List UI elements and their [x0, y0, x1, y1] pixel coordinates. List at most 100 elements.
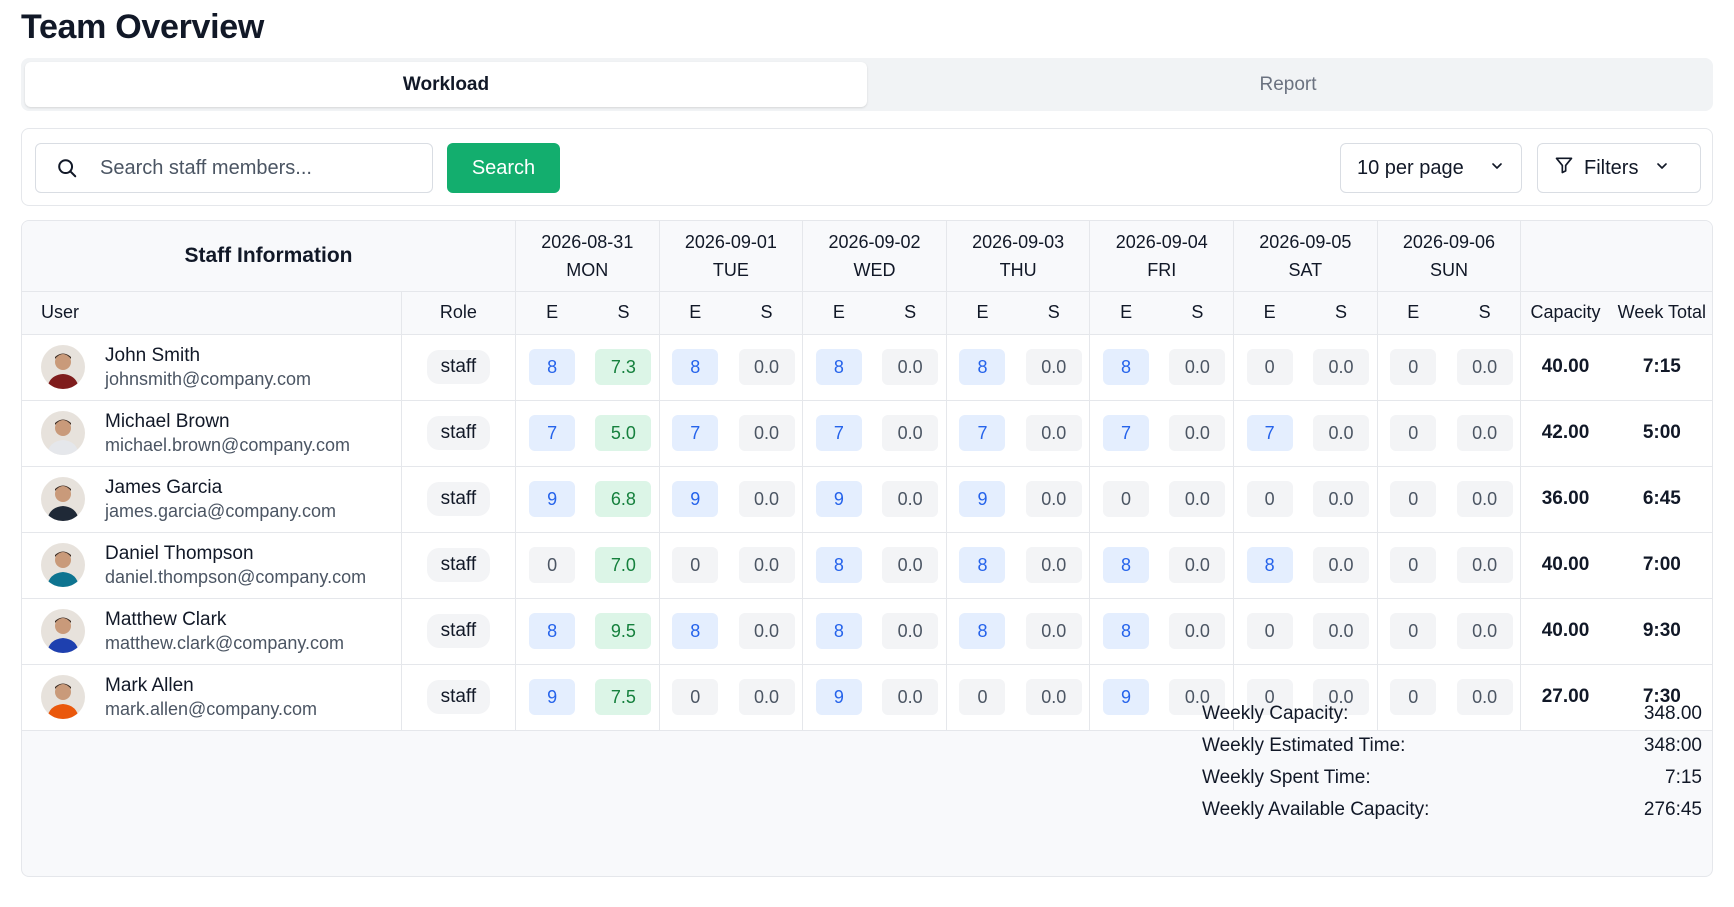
search-input[interactable]	[98, 155, 418, 181]
week-total-cell: 7:15	[1609, 334, 1712, 401]
estimated-hours[interactable]: 0	[672, 547, 719, 583]
estimated-cell: 0	[1376, 598, 1449, 665]
spent-hours: 0.0	[1169, 613, 1226, 649]
filters-button[interactable]: Filters	[1537, 143, 1701, 193]
capacity-cell: 36.00	[1520, 466, 1610, 533]
estimated-hours[interactable]: 8	[529, 613, 576, 649]
estimated-hours[interactable]: 9	[529, 679, 576, 715]
workload-table: Staff Information 2026-08-31 MON 2026-09-…	[21, 220, 1713, 877]
chevron-down-icon	[1489, 157, 1505, 180]
estimated-cell: 0	[1233, 334, 1306, 401]
spent-hours: 9.5	[595, 613, 652, 649]
estimated-hours[interactable]: 0	[529, 547, 576, 583]
team-overview-page: Team Overview Workload Report Search 10 …	[0, 0, 1734, 907]
estimated-cell: 9	[514, 466, 589, 533]
spent-cell: 0.0	[730, 532, 803, 599]
table-row: John Smith johnsmith@company.com staff 8 7.3…	[22, 334, 1712, 401]
search-button[interactable]: Search	[447, 143, 560, 193]
tab-bar: Workload Report	[21, 58, 1713, 111]
estimated-hours[interactable]: 8	[959, 613, 1006, 649]
spent-cell: 0.0	[1305, 532, 1378, 599]
role-badge: staff	[426, 548, 491, 582]
estimated-hours[interactable]: 7	[672, 415, 719, 451]
spent-hours: 0.0	[882, 349, 939, 385]
estimated-hours[interactable]: 7	[1246, 415, 1293, 451]
spent-cell: 0.0	[1018, 598, 1090, 665]
estimated-hours[interactable]: 8	[815, 349, 862, 385]
user-name[interactable]: Michael Brown	[105, 410, 350, 434]
user-email: matthew.clark@company.com	[105, 633, 345, 653]
spent-hours: 0.0	[1312, 547, 1369, 583]
estimated-cell: 0	[658, 532, 731, 599]
week-total-value: 7:15	[1642, 356, 1681, 377]
estimated-hours[interactable]: 0	[959, 679, 1006, 715]
estimated-hours[interactable]: 9	[529, 481, 576, 517]
capacity-column-header: Capacity	[1520, 291, 1610, 335]
day-header: 2026-09-03 THU	[945, 221, 1090, 292]
spent-cell: 0.0	[1305, 466, 1378, 533]
estimated-hours[interactable]: 8	[959, 547, 1006, 583]
estimated-hours[interactable]: 0	[672, 679, 719, 715]
estimated-hours[interactable]: 9	[1103, 679, 1150, 715]
spent-hours: 0.0	[1169, 349, 1226, 385]
tab-workload[interactable]: Workload	[25, 62, 867, 107]
estimated-hours[interactable]: 0	[1390, 547, 1437, 583]
spent-hours: 0.0	[882, 481, 939, 517]
estimated-hours[interactable]: 8	[672, 613, 719, 649]
estimated-hours[interactable]: 9	[815, 679, 862, 715]
user-name[interactable]: Daniel Thompson	[105, 542, 366, 566]
estimated-hours[interactable]: 7	[1103, 415, 1150, 451]
user-name[interactable]: Matthew Clark	[105, 608, 344, 632]
spent-cell: 0.0	[874, 664, 947, 731]
per-page-select[interactable]: 10 per page	[1340, 143, 1522, 193]
spent-cell: 0.0	[1305, 334, 1378, 401]
filters-label: Filters	[1584, 156, 1639, 179]
spent-cell: 0.0	[1018, 664, 1090, 731]
estimated-hours[interactable]: 0	[1103, 481, 1150, 517]
role-cell: staff	[400, 598, 516, 665]
estimated-hours[interactable]: 9	[815, 481, 862, 517]
estimated-hours[interactable]: 8	[815, 613, 862, 649]
spent-hours: 0.0	[1025, 415, 1082, 451]
spent-column-header: S	[1305, 291, 1378, 335]
estimated-hours[interactable]: 0	[1246, 481, 1293, 517]
estimated-hours[interactable]: 0	[1246, 349, 1293, 385]
estimated-hours[interactable]: 7	[815, 415, 862, 451]
user-name[interactable]: James Garcia	[105, 476, 336, 500]
estimated-hours[interactable]: 8	[672, 349, 719, 385]
estimated-hours[interactable]: 9	[959, 481, 1006, 517]
summary-row: Weekly Available Capacity: 276:45	[1202, 799, 1702, 820]
estimated-hours[interactable]: 0	[1390, 613, 1437, 649]
week-total-cell: 9:30	[1609, 598, 1712, 665]
estimated-hours[interactable]: 8	[1103, 547, 1150, 583]
estimated-hours[interactable]: 8	[1103, 349, 1150, 385]
estimated-hours[interactable]: 0	[1246, 613, 1293, 649]
estimated-hours[interactable]: 0	[1390, 415, 1437, 451]
estimated-hours[interactable]: 8	[1103, 613, 1150, 649]
user-email: michael.brown@company.com	[105, 435, 351, 455]
spent-hours: 0.0	[1312, 415, 1369, 451]
estimated-hours[interactable]: 0	[1390, 349, 1437, 385]
estimated-hours[interactable]: 8	[1246, 547, 1293, 583]
estimated-hours[interactable]: 8	[815, 547, 862, 583]
estimated-hours[interactable]: 0	[1390, 481, 1437, 517]
tab-report[interactable]: Report	[867, 62, 1709, 107]
user-column-header: User	[22, 291, 402, 335]
estimated-hours[interactable]: 8	[959, 349, 1006, 385]
user-name[interactable]: John Smith	[105, 344, 311, 368]
per-page-label: 10 per page	[1357, 156, 1464, 179]
estimated-cell: 0	[1376, 334, 1449, 401]
estimated-cell: 8	[945, 532, 1019, 599]
estimated-column-header: E	[802, 291, 875, 335]
estimated-hours[interactable]: 7	[959, 415, 1006, 451]
estimated-hours[interactable]: 8	[529, 349, 576, 385]
estimated-hours[interactable]: 9	[672, 481, 719, 517]
estimated-hours[interactable]: 7	[529, 415, 576, 451]
user-cell: John Smith johnsmith@company.com	[22, 334, 402, 401]
estimated-cell: 9	[945, 466, 1019, 533]
avatar	[41, 477, 85, 521]
role-badge: staff	[426, 350, 491, 384]
estimated-column-header: E	[1089, 291, 1162, 335]
user-name[interactable]: Mark Allen	[105, 674, 317, 698]
spent-cell: 0.0	[874, 532, 947, 599]
